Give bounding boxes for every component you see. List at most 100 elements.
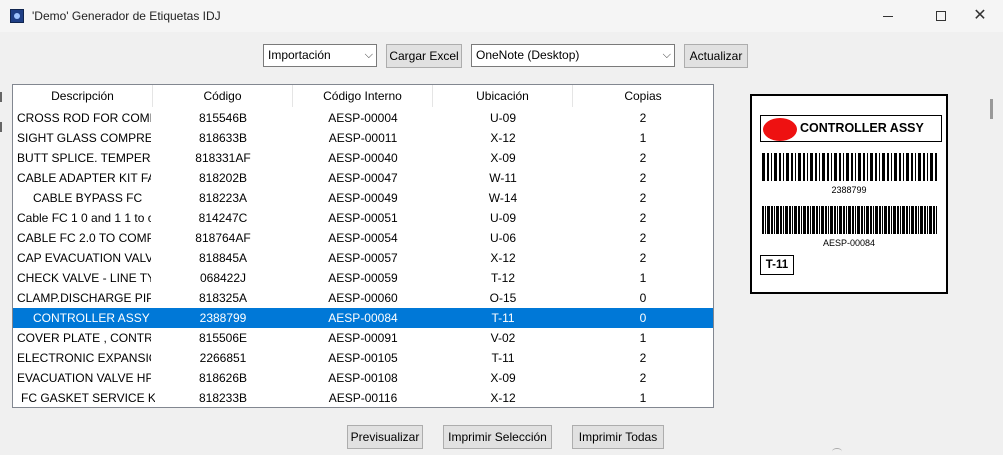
barcode-bar	[798, 206, 800, 234]
cell-internal-code: AESP-00051	[328, 211, 398, 225]
cell-code: 2266851	[199, 351, 247, 365]
barcode-bar	[909, 206, 910, 234]
cell-copies: 2	[639, 231, 647, 245]
table-row[interactable]: FC GASKET SERVICE KIT 818233B AESP-00116 X-…	[13, 388, 713, 407]
cell-location: X-12	[490, 391, 516, 405]
table-row[interactable]: COVER PLATE , CONTRO 815506E AESP-00091 V-0…	[13, 328, 713, 348]
cell-internal-code: AESP-00059	[328, 271, 398, 285]
cell-internal-code: AESP-00057	[328, 251, 398, 265]
barcode-bar	[915, 206, 917, 234]
barcode-bar	[906, 153, 909, 181]
barcode-bar	[936, 206, 937, 234]
table-row[interactable]: CAP EVACUATION VALVI 818845A AESP-00057 X-1…	[13, 248, 713, 268]
cell-description: BUTT SPLICE. TEMPERAT	[17, 151, 151, 165]
barcode-bar	[911, 153, 913, 181]
cell-description: CROSS ROD FOR COMPR	[17, 111, 151, 125]
barcode-bar	[810, 153, 813, 181]
barcode-bar	[807, 206, 809, 234]
cell-description: CABLE FC 2.0 TO COMPR	[17, 231, 151, 245]
table-row[interactable]: CABLE FC 2.0 TO COMPR 818764AF AESP-00054 U…	[13, 228, 713, 248]
barcode-bar	[852, 206, 854, 234]
barcode-bar	[915, 153, 916, 181]
mode-select[interactable]: Importación ⌵	[263, 44, 377, 67]
target-select-value: OneNote (Desktop)	[476, 48, 580, 62]
items-list[interactable]: Descripción Código Código Interno Ubicac…	[12, 84, 714, 408]
barcode-bar	[866, 206, 869, 234]
table-row[interactable]: CABLE BYPASS FC 818223A AESP-00049 W-14 2	[13, 188, 713, 208]
barcode-bar	[891, 153, 892, 181]
column-header-location[interactable]: Ubicación	[433, 85, 573, 107]
cell-code: 818633B	[198, 131, 248, 145]
table-row[interactable]: SIGHT GLASS COMPRESS 818633B AESP-00011 X-1…	[13, 128, 713, 148]
mode-select-value: Importación	[268, 48, 331, 62]
target-select[interactable]: OneNote (Desktop) ⌵	[471, 44, 675, 67]
barcode-bar	[792, 206, 793, 234]
barcode-bar	[834, 206, 836, 234]
barcode-bar	[867, 153, 868, 181]
cell-location: U-09	[489, 211, 516, 225]
barcode-bar	[830, 206, 833, 234]
barcode-bar	[839, 153, 841, 181]
label-internal-code: AESP-00084	[822, 238, 876, 248]
barcode-bar	[891, 206, 892, 234]
cell-description: Cable FC 1 0 and 1 1 to co	[17, 211, 151, 225]
cell-internal-code: AESP-00116	[328, 391, 398, 405]
barcode-bar	[791, 153, 793, 181]
brand-logo	[763, 118, 797, 141]
barcode-bar	[875, 206, 878, 234]
chevron-down-icon: ⌵	[364, 49, 373, 61]
column-header-copies[interactable]: Copias	[573, 85, 713, 107]
barcode-bar	[906, 206, 908, 234]
table-row[interactable]: CONTROLLER ASSY 2388799 AESP-00084 T-11 0	[13, 308, 713, 328]
barcode-bar	[815, 153, 817, 181]
barcode-bar	[920, 206, 923, 234]
barcode-bar	[887, 153, 889, 181]
label-code: 2388799	[831, 185, 867, 195]
barcode-bar	[774, 206, 775, 234]
cell-location: W-11	[489, 171, 517, 185]
barcode-bar	[894, 153, 897, 181]
column-header-internal-code[interactable]: Código Interno	[293, 85, 433, 107]
cell-code: 814247C	[198, 211, 248, 225]
column-header-code[interactable]: Código	[153, 85, 293, 107]
barcode-bar	[819, 206, 820, 234]
table-row[interactable]: CLAMP.DISCHARGE PIPE 818325A AESP-00060 O-1…	[13, 288, 713, 308]
cell-internal-code: AESP-00108	[328, 371, 398, 385]
cell-code: 818845A	[198, 251, 248, 265]
cell-internal-code: AESP-00047	[328, 171, 398, 185]
cell-location: X-09	[490, 371, 516, 385]
maximize-icon	[936, 11, 946, 21]
table-row[interactable]: CHECK VALVE - LINE TYP 068422J AESP-00059 T…	[13, 268, 713, 288]
load-excel-button[interactable]: Cargar Excel	[386, 44, 462, 68]
cell-location: V-02	[490, 331, 516, 345]
table-row[interactable]: CROSS ROD FOR COMPR 815546B AESP-00004 U-09…	[13, 108, 713, 128]
barcode-bar	[918, 153, 921, 181]
table-row[interactable]: BUTT SPLICE. TEMPERAT 818331AF AESP-00040 X…	[13, 148, 713, 168]
refresh-button[interactable]: Actualizar	[684, 44, 748, 68]
close-button[interactable]: ✕	[957, 0, 1003, 32]
barcode-bar	[873, 206, 874, 234]
cell-copies: 1	[639, 391, 647, 405]
scrollbar-thumb[interactable]	[990, 99, 993, 119]
barcode-bar	[870, 153, 873, 181]
print-all-button[interactable]: Imprimir Todas	[572, 425, 664, 449]
barcode-bar	[798, 153, 801, 181]
cell-location: W-14	[488, 191, 518, 205]
barcode-bar	[930, 153, 933, 181]
table-row[interactable]: Cable FC 1 0 and 1 1 to co 814247C AESP-00…	[13, 208, 713, 228]
barcode-bar	[929, 206, 932, 234]
cell-copies: 2	[639, 171, 647, 185]
table-row[interactable]: ELECTRONIC EXPANSION 2266851 AESP-00105 T-1…	[13, 348, 713, 368]
table-row[interactable]: EVACUATION VALVE HP 818626B AESP-00108 X-09…	[13, 368, 713, 388]
minimize-button[interactable]	[865, 0, 911, 32]
print-selection-button[interactable]: Imprimir Selección	[443, 425, 552, 449]
cell-code: 068422J	[199, 271, 247, 285]
column-header-description[interactable]: Descripción	[13, 85, 153, 107]
cell-internal-code: AESP-00054	[328, 231, 398, 245]
barcode-bar	[848, 206, 851, 234]
preview-button[interactable]: Previsualizar	[347, 425, 423, 449]
edge-mark	[0, 92, 2, 102]
table-row[interactable]: CABLE ADAPTER KIT FAN 818202B AESP-00047 W-…	[13, 168, 713, 188]
cell-code: 818325A	[198, 291, 248, 305]
barcode-internal-code	[762, 206, 938, 234]
